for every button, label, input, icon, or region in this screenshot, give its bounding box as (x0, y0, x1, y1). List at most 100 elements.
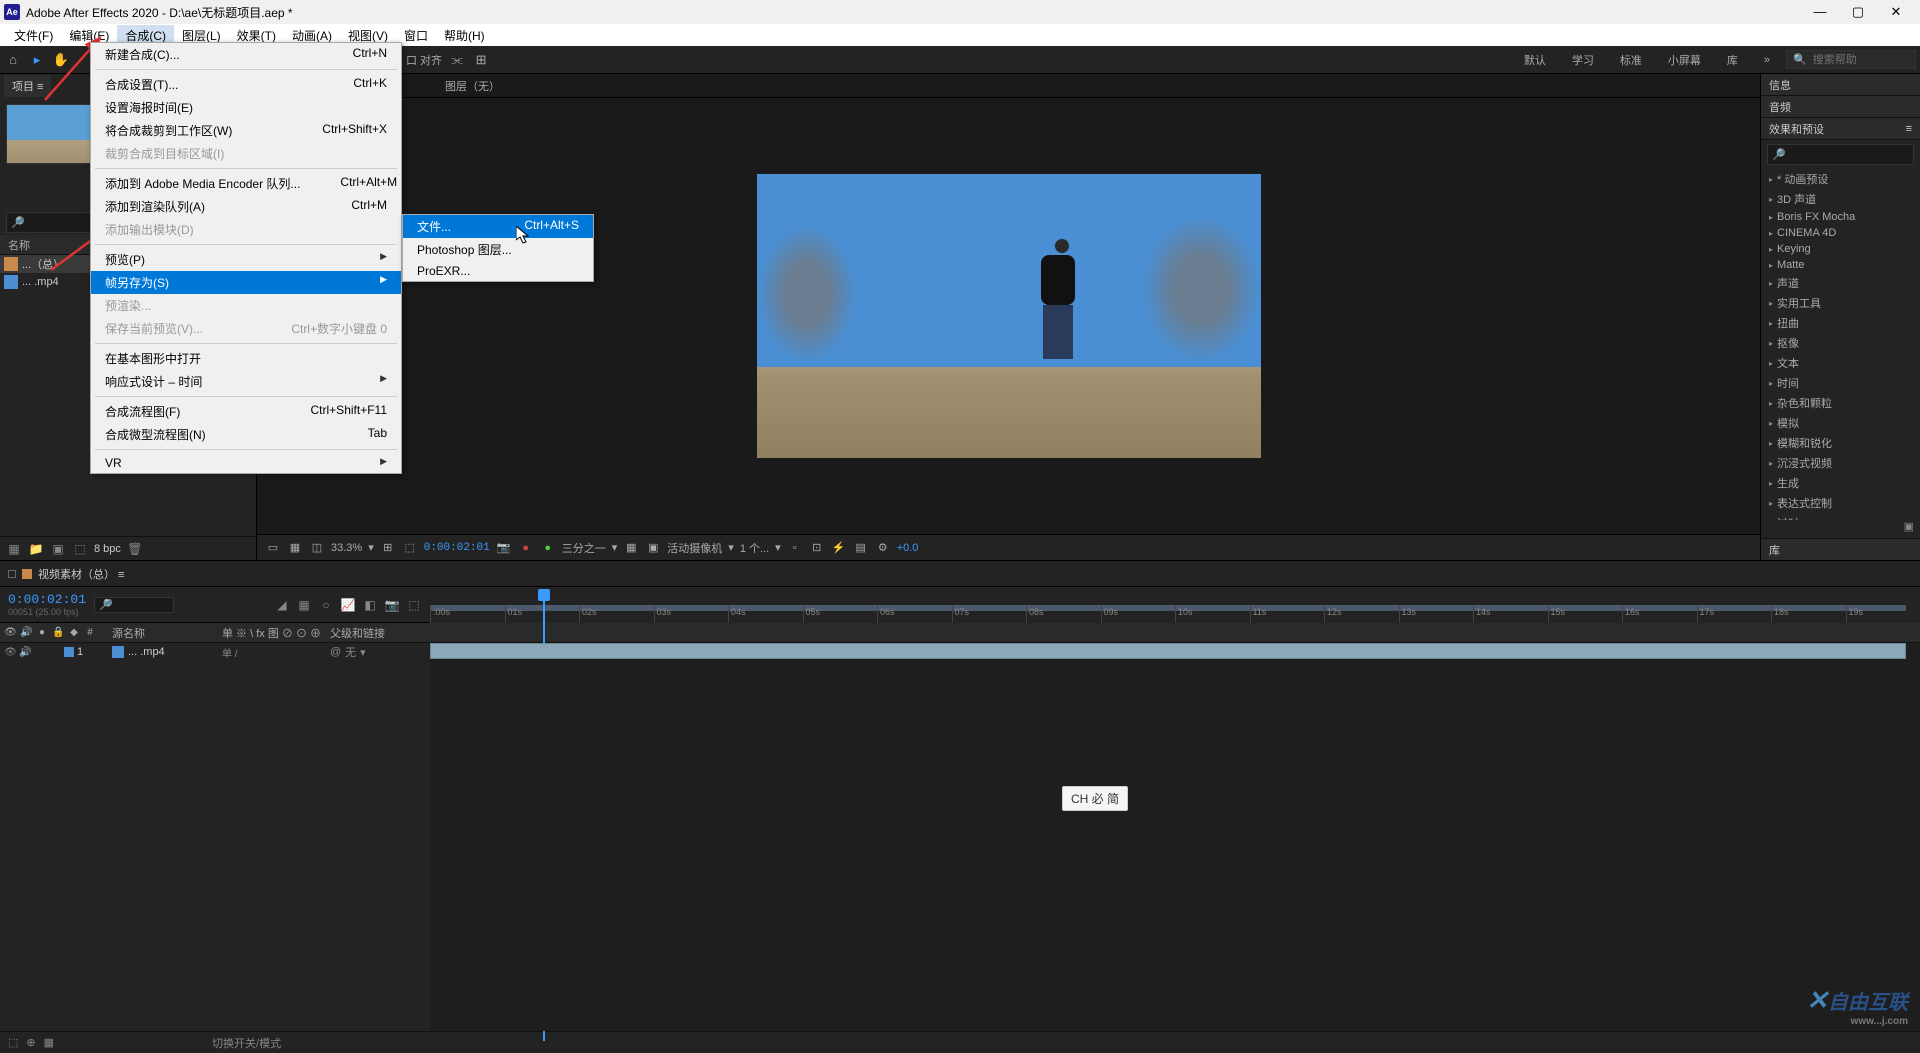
close-button[interactable]: ✕ (1886, 4, 1906, 20)
playhead[interactable] (538, 589, 550, 601)
camera-dropdown[interactable]: 活动摄像机 (667, 540, 722, 556)
shy-icon[interactable]: ◢ (274, 597, 290, 613)
preset-category[interactable]: 时间 (1761, 373, 1920, 393)
tool-extra-1[interactable]: ⫘ (448, 51, 466, 69)
preset-category[interactable]: 实用工具 (1761, 293, 1920, 313)
preset-category[interactable]: 杂色和颗粒 (1761, 393, 1920, 413)
frame-icon[interactable]: ▦ (44, 1036, 54, 1049)
maximize-button[interactable]: ▢ (1848, 4, 1868, 20)
preset-category[interactable]: 声道 (1761, 273, 1920, 293)
motionblur-icon[interactable]: ○ (318, 597, 334, 613)
tool-extra-2[interactable]: ⊞ (472, 51, 490, 69)
preset-category[interactable]: 沉浸式视频 (1761, 453, 1920, 473)
info-panel-head[interactable]: 信息 (1761, 74, 1920, 96)
project-tab[interactable]: 项目 ≡ (4, 75, 51, 97)
new-bin-icon[interactable]: ▣ (1904, 520, 1914, 538)
views-dropdown[interactable]: 1 个... (740, 540, 769, 556)
fast-preview-icon[interactable]: ⚡ (831, 540, 847, 556)
menu-item[interactable]: 预览(P)▶ (91, 248, 401, 271)
hand-tool-icon[interactable]: ✋ (52, 51, 70, 69)
timeline2-icon[interactable]: ▤ (853, 540, 869, 556)
library-panel-head[interactable]: 库 (1761, 538, 1920, 560)
new-comp-icon[interactable]: ▣ (50, 541, 66, 557)
workspace-learn[interactable]: 学习 (1562, 50, 1604, 70)
layer-switches[interactable]: 单 / (218, 645, 326, 660)
workspace-library[interactable]: 库 (1717, 50, 1748, 70)
preset-category[interactable]: 生成 (1761, 473, 1920, 493)
delete-icon[interactable]: 🗑 (127, 541, 143, 557)
parent-dropdown[interactable]: 无 (345, 644, 356, 660)
menu-item[interactable]: 帧另存为(S)▶ (91, 271, 401, 294)
minimize-button[interactable]: — (1810, 4, 1830, 20)
menu-file[interactable]: 文件(F) (6, 25, 61, 46)
flowchart-icon[interactable]: ⚙ (875, 540, 891, 556)
mask-icon[interactable]: ◫ (309, 540, 325, 556)
effects-panel-head[interactable]: 效果和预设 ≡ (1761, 118, 1920, 140)
workspace-smallscreen[interactable]: 小屏幕 (1658, 50, 1711, 70)
help-search-input[interactable] (1813, 54, 1909, 66)
color-mgmt-icon[interactable]: ● (540, 540, 556, 556)
graph-icon[interactable]: 📈 (340, 597, 356, 613)
interpret-footage-icon[interactable]: ▦ (6, 541, 22, 557)
new-folder-icon[interactable]: 📁 (28, 541, 44, 557)
draft3d-icon[interactable]: ◧ (362, 597, 378, 613)
submenu-item[interactable]: Photoshop 图层... (403, 238, 593, 261)
timeline-tab[interactable]: 视频素材（总） ≡ (38, 566, 124, 582)
menu-item[interactable]: 合成流程图(F)Ctrl+Shift+F11 (91, 400, 401, 423)
preset-category[interactable]: 模糊和锐化 (1761, 433, 1920, 453)
menu-window[interactable]: 窗口 (396, 25, 436, 46)
preset-category[interactable]: Boris FX Mocha (1761, 209, 1920, 225)
submenu-item[interactable]: 文件...Ctrl+Alt+S (403, 215, 593, 238)
menu-item[interactable]: 合成微型流程图(N)Tab (91, 423, 401, 446)
workspace-default[interactable]: 默认 (1514, 50, 1556, 70)
menu-item[interactable]: 设置海报时间(E) (91, 96, 401, 119)
color-depth-icon[interactable]: ⬚ (72, 541, 88, 557)
preset-category[interactable]: 扭曲 (1761, 313, 1920, 333)
effects-search[interactable]: 🔎 (1767, 144, 1914, 165)
preset-category[interactable]: 抠像 (1761, 333, 1920, 353)
preset-category[interactable]: Matte (1761, 257, 1920, 273)
workspace-standard[interactable]: 标准 (1610, 50, 1652, 70)
preset-category[interactable]: 文本 (1761, 353, 1920, 373)
menu-item[interactable]: VR▶ (91, 453, 401, 473)
timeline-ruler[interactable]: :00s01s02s03s04s05s06s07s08s09s10s11s12s… (430, 587, 1920, 623)
resolution-dropdown[interactable]: 三分之一 (562, 540, 606, 556)
bpc-label[interactable]: 8 bpc (94, 543, 121, 555)
footer-timecode[interactable]: 0:00:02:01 (424, 542, 490, 554)
layer-name[interactable]: ... .mp4 (128, 646, 165, 658)
menu-item[interactable]: 添加到渲染队列(A)Ctrl+M (91, 195, 401, 218)
zoom-icon[interactable]: ⊕ (26, 1036, 35, 1049)
help-search[interactable]: 🔍 (1786, 50, 1916, 69)
source-name-col[interactable]: 源名称 (108, 623, 218, 642)
timeline-search-input[interactable] (99, 599, 169, 611)
res-icon[interactable]: ⊞ (380, 540, 396, 556)
effects-search-input[interactable] (1786, 147, 1909, 162)
parent-col[interactable]: 父级和链接 (326, 623, 430, 642)
preset-category[interactable]: 3D 声道 (1761, 189, 1920, 209)
pixel-ar-icon[interactable]: ⊡ (809, 540, 825, 556)
layer-viewer-tab[interactable]: 图层（无） (445, 78, 500, 94)
layer-duration-bar[interactable] (430, 643, 1906, 659)
alpha-icon[interactable]: ▦ (287, 540, 303, 556)
toggle-switches-button[interactable]: 切换开关/模式 (212, 1035, 281, 1051)
frameblend-icon[interactable]: ▦ (296, 597, 312, 613)
menu-help[interactable]: 帮助(H) (436, 25, 493, 46)
magnify-icon[interactable]: ▭ (265, 540, 281, 556)
video-toggle[interactable]: 👁 (4, 647, 16, 658)
menu-item[interactable]: 新建合成(C)...Ctrl+N (91, 43, 401, 66)
snapshot-icon[interactable]: 📷 (496, 540, 512, 556)
workspace-more[interactable]: » (1754, 52, 1780, 68)
view-opts-icon[interactable]: ▫ (787, 540, 803, 556)
menu-item[interactable]: 将合成裁剪到工作区(W)Ctrl+Shift+X (91, 119, 401, 142)
exposure-value[interactable]: +0.0 (897, 542, 919, 554)
viewer[interactable] (257, 98, 1760, 534)
channel-icon[interactable]: ● (518, 540, 534, 556)
menu-item[interactable]: 在基本图形中打开 (91, 347, 401, 370)
preset-category[interactable]: 模拟 (1761, 413, 1920, 433)
preset-category[interactable]: CINEMA 4D (1761, 225, 1920, 241)
menu-item[interactable]: 响应式设计 – 时间▶ (91, 370, 401, 393)
label-color[interactable] (64, 647, 74, 657)
audio-panel-head[interactable]: 音频 (1761, 96, 1920, 118)
roi-icon[interactable]: ⬚ (402, 540, 418, 556)
tl-snapshot-icon[interactable]: 📷 (384, 597, 400, 613)
